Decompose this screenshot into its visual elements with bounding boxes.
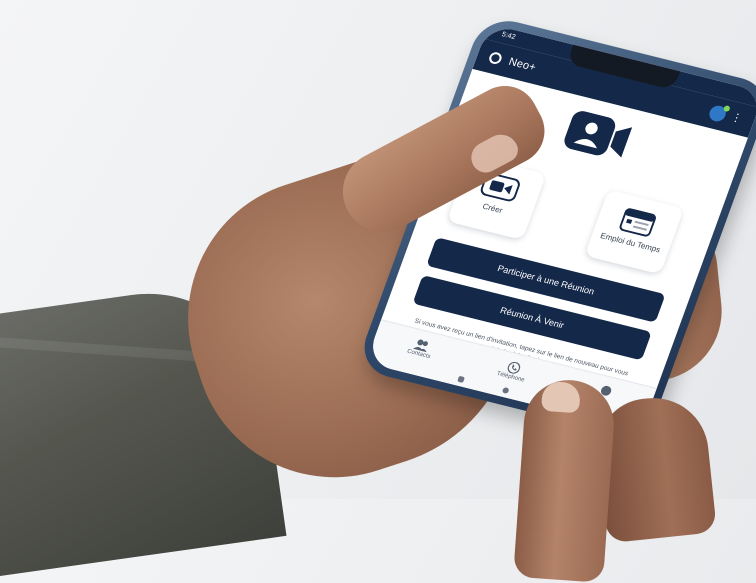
nav-phone[interactable]: Téléphone [480, 354, 545, 387]
app-title: Neo+ [506, 55, 538, 74]
overflow-menu-icon[interactable]: ⋮ [729, 111, 744, 125]
app-logo-icon [487, 51, 504, 66]
profile-avatar[interactable] [707, 104, 729, 124]
photo-scene: 5:42 Neo+ ⋮ Créer Emploi du Temps Partic… [0, 0, 756, 583]
status-time: 5:42 [500, 31, 517, 42]
main-content: Créer Emploi du Temps Participer à une R… [365, 69, 748, 432]
schedule-tile[interactable]: Emploi du Temps [584, 189, 685, 275]
calendar-icon [619, 208, 656, 237]
smartphone: 5:42 Neo+ ⋮ Créer Emploi du Temps Partic… [354, 14, 756, 441]
home-icon[interactable] [501, 386, 510, 395]
phone-screen: 5:42 Neo+ ⋮ Créer Emploi du Temps Partic… [365, 23, 756, 432]
recents-icon[interactable] [457, 375, 465, 383]
video-user-icon [564, 111, 633, 158]
nav-contacts[interactable]: Contacts [388, 331, 453, 364]
